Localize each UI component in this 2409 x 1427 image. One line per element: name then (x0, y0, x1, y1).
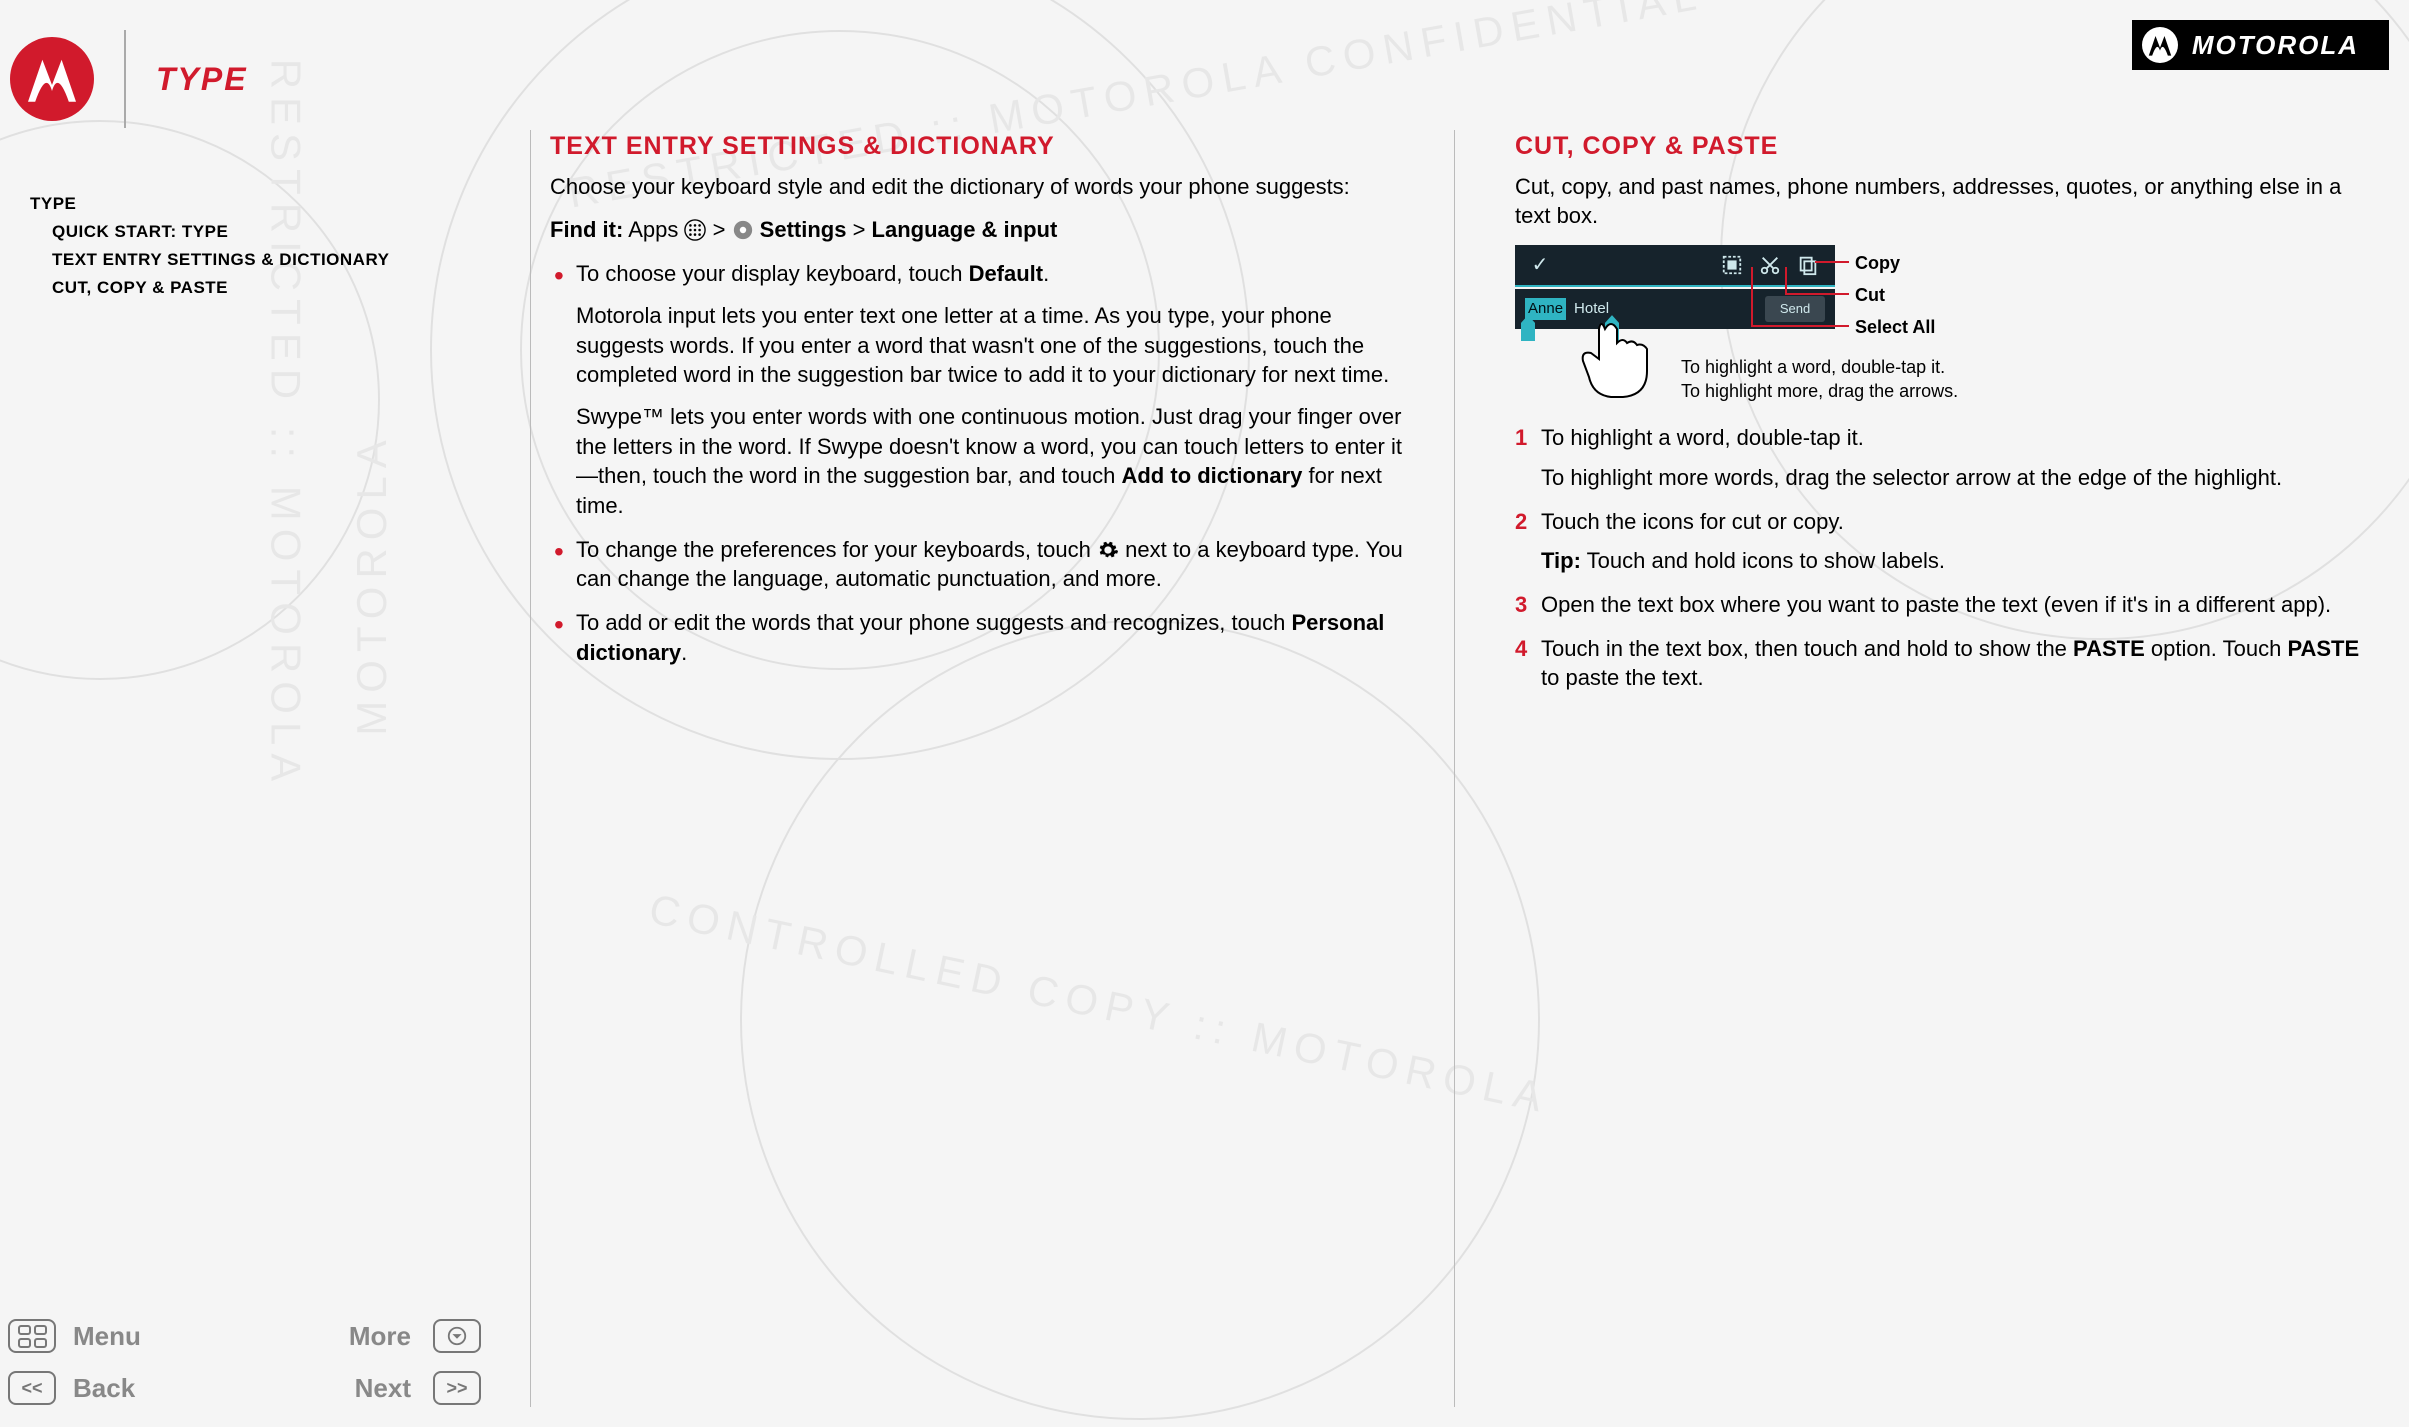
bullet-default-keyboard: To choose your display keyboard, touch D… (550, 259, 1404, 521)
select-all-icon (1721, 254, 1743, 276)
motorola-logo-large-icon (10, 37, 94, 121)
gear-icon (1097, 539, 1119, 561)
motorola-logo-icon (2142, 27, 2178, 63)
bullet-motorola-input: Motorola input lets you enter text one l… (576, 301, 1404, 390)
steps-list: 1 To highlight a word, double-tap it. To… (1515, 423, 2369, 693)
bullet-personal-dictionary: To add or edit the words that your phone… (550, 608, 1404, 667)
next-label[interactable]: Next (253, 1373, 423, 1404)
cut-scissors-icon (1759, 254, 1781, 276)
chevron-down-icon (446, 1325, 468, 1347)
step-3: 3 Open the text box where you want to pa… (1515, 590, 2369, 620)
menu-label[interactable]: Menu (73, 1321, 243, 1352)
toc: TYPE QUICK START: TYPE TEXT ENTRY SETTIN… (30, 190, 390, 302)
chevron-right-icon: >> (446, 1378, 467, 1399)
finger-tap-icon (1575, 321, 1665, 401)
heading-ccp: CUT, COPY & PASTE (1515, 130, 2369, 164)
menu-grid-icon (18, 1325, 47, 1348)
column-divider-mid (1454, 130, 1455, 1407)
back-label[interactable]: Back (73, 1373, 243, 1404)
bullet-swype: Swype™ lets you enter words with one con… (576, 402, 1404, 521)
menu-button[interactable] (8, 1319, 56, 1353)
bottom-nav: Menu More << Back Next >> (8, 1319, 488, 1405)
find-it-label: Find it: (550, 217, 623, 242)
brand-name: MOTOROLA (2192, 30, 2359, 61)
copy-icon (1797, 254, 1819, 276)
back-button[interactable]: << (8, 1371, 56, 1405)
unselected-word: Hotel (1574, 299, 1609, 319)
next-button[interactable]: >> (433, 1371, 481, 1405)
chevron-left-icon: << (21, 1378, 42, 1399)
ccp-diagram: ✓ Anne Hotel Send Copy Cu (1515, 245, 2025, 405)
content: TEXT ENTRY SETTINGS & DICTIONARY Choose … (550, 130, 2369, 1407)
selected-word: Anne (1525, 298, 1566, 320)
page-title: TYPE (156, 61, 248, 98)
diagram-caption: To highlight a word, double-tap it. To h… (1681, 355, 1958, 404)
brand-bar: MOTOROLA (2132, 20, 2389, 70)
toc-item-quick-start[interactable]: QUICK START: TYPE (30, 218, 390, 246)
ccp-intro: Cut, copy, and past names, phone numbers… (1515, 172, 2369, 231)
callout-cut: Cut (1855, 283, 1885, 307)
send-button: Send (1765, 296, 1825, 322)
settings-gear-icon (732, 219, 754, 241)
column-text-entry: TEXT ENTRY SETTINGS & DICTIONARY Choose … (550, 130, 1404, 1407)
bullet-keyboard-prefs: To change the preferences for your keybo… (550, 535, 1404, 594)
column-cut-copy-paste: CUT, COPY & PASTE Cut, copy, and past na… (1515, 130, 2369, 1407)
toc-item-text-entry[interactable]: TEXT ENTRY SETTINGS & DICTIONARY (30, 246, 390, 274)
apps-grid-icon (684, 219, 706, 241)
done-check-icon: ✓ (1515, 244, 1565, 286)
step-4: 4 Touch in the text box, then touch and … (1515, 634, 2369, 693)
ccp-action-bar: ✓ (1515, 245, 1835, 287)
title-divider (124, 30, 126, 128)
column-divider-left (530, 130, 531, 1407)
find-it-line: Find it: Apps > Settings > Language & in… (550, 215, 1404, 245)
toc-item-cut-copy-paste[interactable]: CUT, COPY & PASTE (30, 274, 390, 302)
more-button[interactable] (433, 1319, 481, 1353)
callout-copy: Copy (1855, 251, 1900, 275)
step-1: 1 To highlight a word, double-tap it. To… (1515, 423, 2369, 492)
step-2: 2 Touch the icons for cut or copy. Tip: … (1515, 507, 2369, 576)
toc-item-type[interactable]: TYPE (30, 190, 390, 218)
title-area: TYPE (10, 30, 248, 128)
more-label[interactable]: More (253, 1321, 423, 1352)
heading-text-entry: TEXT ENTRY SETTINGS & DICTIONARY (550, 130, 1404, 164)
bullet-list: To choose your display keyboard, touch D… (550, 259, 1404, 667)
callout-select-all: Select All (1855, 315, 1935, 339)
ccp-text-row: Anne Hotel Send (1515, 289, 1835, 329)
text-entry-intro: Choose your keyboard style and edit the … (550, 172, 1404, 202)
